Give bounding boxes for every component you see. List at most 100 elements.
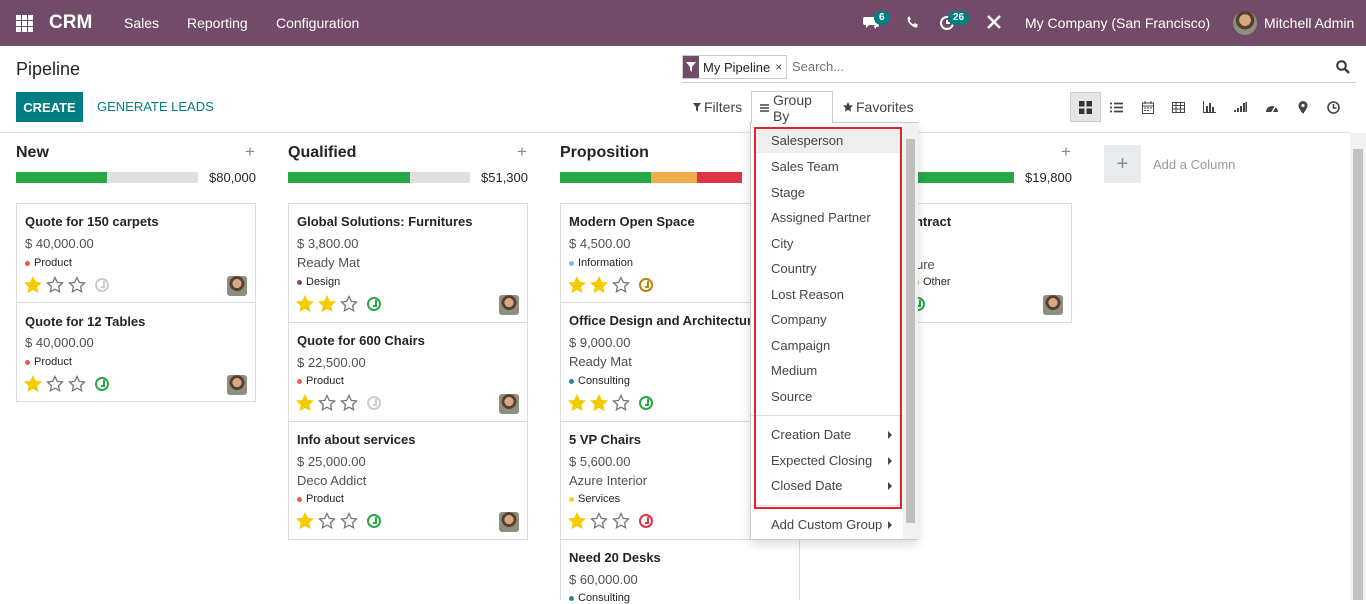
list-icon[interactable] — [1101, 92, 1132, 122]
facet-label: My Pipeline — [703, 59, 771, 75]
map-icon[interactable] — [1287, 92, 1318, 122]
company-switcher[interactable]: My Company (San Francisco) — [1025, 15, 1210, 31]
column-title-new[interactable]: New — [16, 144, 49, 162]
progress-segment[interactable] — [16, 172, 107, 183]
priority-stars[interactable] — [296, 294, 358, 313]
priority-star-icon[interactable] — [612, 393, 630, 412]
priority-star-icon[interactable] — [568, 393, 586, 412]
create-button[interactable]: CREATE — [16, 92, 83, 122]
priority-star-icon[interactable] — [296, 294, 314, 313]
column-progress-bar[interactable] — [560, 172, 742, 183]
kanban-card[interactable]: Quote for 150 carpets $ 40,000.00 Produc… — [16, 203, 256, 303]
dropdown-scrollbar[interactable] — [903, 123, 918, 539]
priority-star-icon[interactable] — [568, 511, 586, 530]
priority-stars[interactable] — [568, 393, 630, 412]
menu-configuration[interactable]: Configuration — [276, 15, 359, 31]
page-scroll-thumb[interactable] — [1353, 149, 1363, 600]
column-quick-create-button[interactable]: + — [245, 142, 255, 162]
activity-clock-icon[interactable] — [639, 396, 653, 410]
column-title-qualified[interactable]: Qualified — [288, 144, 356, 162]
priority-star-icon[interactable] — [318, 294, 336, 313]
priority-star-icon[interactable] — [340, 393, 358, 412]
groupby-button[interactable]: Group By — [751, 91, 833, 124]
progress-segment[interactable] — [560, 172, 651, 183]
priority-star-icon[interactable] — [24, 374, 42, 393]
apps-menu-icon[interactable] — [16, 15, 33, 32]
priority-star-icon[interactable] — [340, 511, 358, 530]
priority-stars[interactable] — [296, 511, 358, 530]
column-progress-bar[interactable] — [288, 172, 470, 183]
priority-star-icon[interactable] — [590, 393, 608, 412]
facet-remove-icon[interactable]: × — [775, 60, 786, 74]
priority-stars[interactable] — [568, 511, 630, 530]
priority-stars[interactable] — [568, 275, 630, 294]
graph-icon[interactable] — [1194, 92, 1225, 122]
user-menu[interactable]: Mitchell Admin — [1264, 15, 1354, 31]
add-custom-group[interactable]: Add Custom Group — [771, 517, 882, 532]
activity-clock-icon[interactable] — [639, 514, 653, 528]
priority-star-icon[interactable] — [590, 511, 608, 530]
priority-star-icon[interactable] — [46, 275, 64, 294]
kanban-card[interactable]: Global Solutions: Furnitures $ 3,800.00 … — [288, 203, 528, 323]
filters-button[interactable]: Filters — [693, 99, 742, 115]
priority-star-icon[interactable] — [296, 393, 314, 412]
tag-label: Product — [34, 257, 72, 269]
menu-sales[interactable]: Sales — [124, 15, 159, 31]
kanban-card[interactable]: Quote for 600 Chairs $ 22,500.00 Product — [288, 322, 528, 422]
activity-clock-icon[interactable] — [95, 278, 109, 292]
add-column-button[interactable]: + Add a Column — [1104, 145, 1235, 183]
dashboard-icon[interactable] — [1256, 92, 1287, 122]
priority-star-icon[interactable] — [318, 393, 336, 412]
dropdown-scroll-thumb[interactable] — [906, 139, 915, 523]
search-icon[interactable] — [1336, 60, 1350, 79]
progress-segment[interactable] — [696, 172, 742, 183]
progress-segment[interactable] — [651, 172, 697, 183]
activity-clock-icon[interactable] — [367, 396, 381, 410]
priority-stars[interactable] — [296, 393, 358, 412]
tools-icon[interactable] — [986, 14, 1006, 34]
add-column-label[interactable]: Add a Column — [1153, 157, 1235, 172]
card-tag: Product — [25, 356, 72, 368]
menu-reporting[interactable]: Reporting — [187, 15, 248, 31]
priority-star-icon[interactable] — [568, 275, 586, 294]
priority-star-icon[interactable] — [340, 294, 358, 313]
kanban-card[interactable]: Info about services $ 25,000.00 Deco Add… — [288, 421, 528, 540]
app-brand[interactable]: CRM — [49, 12, 92, 34]
kanban-card[interactable]: Quote for 12 Tables $ 40,000.00 Product — [16, 302, 256, 402]
favorites-button[interactable]: Favorites — [843, 99, 914, 115]
priority-star-icon[interactable] — [24, 275, 42, 294]
column-quick-create-button[interactable]: + — [517, 142, 527, 162]
activity-clock-icon[interactable] — [95, 377, 109, 391]
priority-star-icon[interactable] — [46, 374, 64, 393]
activity-clock-icon[interactable] — [639, 278, 653, 292]
phone-icon[interactable] — [906, 15, 926, 35]
priority-star-icon[interactable] — [318, 511, 336, 530]
tag-color-dot — [25, 359, 30, 365]
activity-clock-icon[interactable] — [367, 514, 381, 528]
kanban-card[interactable]: Need 20 Desks $ 60,000.00 Consulting — [560, 539, 800, 604]
column-quick-create-button[interactable]: + — [1061, 142, 1071, 162]
priority-stars[interactable] — [24, 275, 86, 294]
priority-star-icon[interactable] — [590, 275, 608, 294]
add-column-plus-icon[interactable]: + — [1104, 145, 1141, 183]
column-progress-bar[interactable] — [16, 172, 198, 183]
pivot-icon[interactable] — [1163, 92, 1194, 122]
progress-segment[interactable] — [288, 172, 410, 183]
cohort-icon[interactable] — [1225, 92, 1256, 122]
priority-star-icon[interactable] — [68, 275, 86, 294]
calendar-icon[interactable] — [1132, 92, 1163, 122]
column-title-proposition[interactable]: Proposition — [560, 144, 649, 162]
activity-icon[interactable] — [1318, 92, 1349, 122]
priority-star-icon[interactable] — [612, 511, 630, 530]
activity-clock-icon[interactable] — [367, 297, 381, 311]
priority-stars[interactable] — [24, 374, 86, 393]
priority-star-icon[interactable] — [612, 275, 630, 294]
page-scrollbar[interactable] — [1350, 133, 1366, 600]
generate-leads-button[interactable]: GENERATE LEADS — [97, 99, 214, 114]
search-input[interactable] — [792, 59, 1192, 74]
priority-star-icon[interactable] — [296, 511, 314, 530]
card-amount: $ 40,000.00 — [25, 236, 94, 251]
kanban-icon[interactable] — [1070, 92, 1101, 122]
user-avatar[interactable] — [1233, 11, 1257, 35]
priority-star-icon[interactable] — [68, 374, 86, 393]
